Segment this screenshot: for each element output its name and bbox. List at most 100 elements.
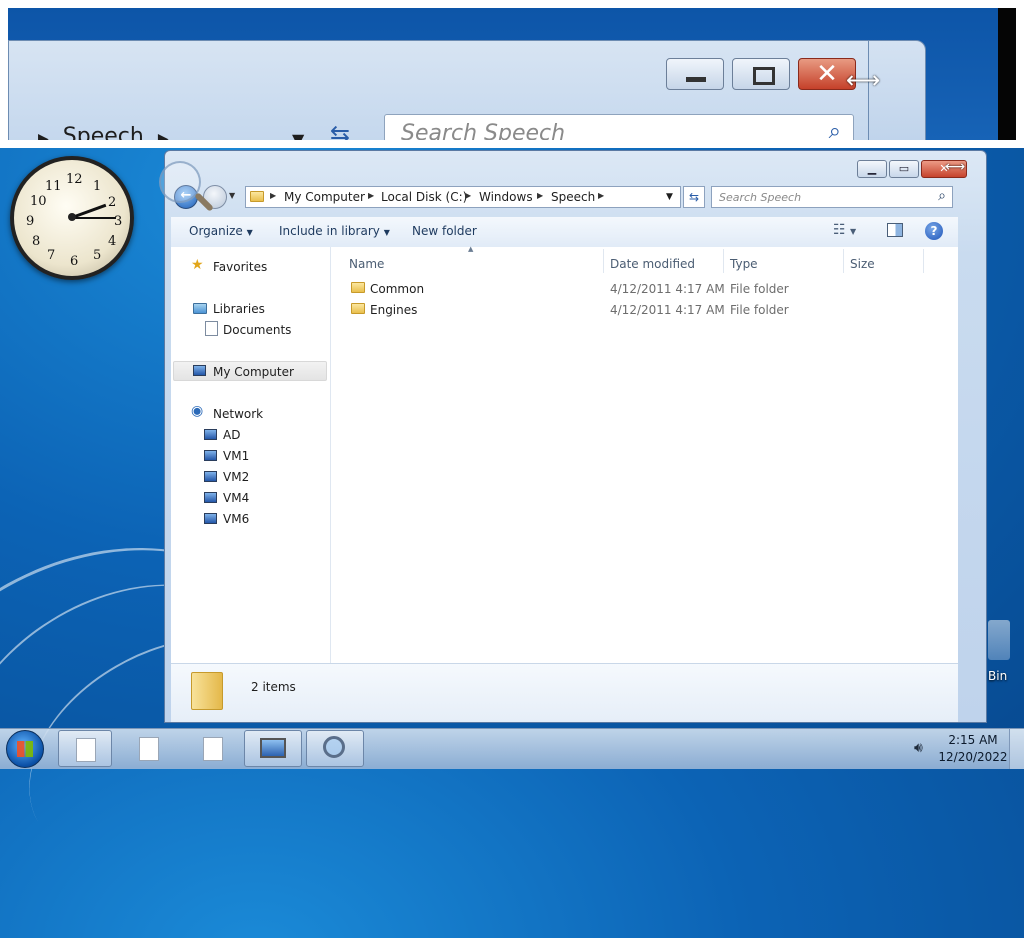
maximize-button[interactable]: ▭: [889, 160, 919, 178]
host-computer-icon: [204, 471, 217, 482]
document-icon: [76, 738, 96, 762]
breadcrumb-separator-icon[interactable]: ▶: [598, 191, 604, 200]
file-type: File folder: [730, 282, 789, 296]
taskbar-document-button[interactable]: [122, 730, 176, 767]
documents-icon: [205, 321, 218, 336]
minimize-icon: ▁: [867, 162, 877, 175]
taskbar: 🔊︎ 2:15 AM 12/20/2022: [0, 728, 1024, 769]
minimize-button[interactable]: ▁: [857, 160, 887, 178]
nav-host-ad[interactable]: AD: [223, 428, 240, 442]
host-computer-icon: [204, 492, 217, 503]
clock-numeral-1: 1: [93, 179, 102, 194]
nav-documents[interactable]: Documents: [223, 323, 291, 337]
breadcrumb-local-disk[interactable]: Local Disk (C:): [381, 190, 467, 204]
help-icon[interactable]: ?: [925, 222, 943, 240]
clock-numeral-4: 4: [108, 234, 117, 249]
new-folder-button[interactable]: New folder: [412, 224, 477, 238]
recycle-bin-label[interactable]: Bin: [988, 669, 1007, 683]
taskbar-document-button[interactable]: [58, 730, 112, 767]
column-divider[interactable]: [723, 249, 724, 273]
breadcrumb-separator-icon[interactable]: ▶: [537, 191, 543, 200]
preview-pane-icon[interactable]: [887, 223, 903, 237]
file-name: Engines: [370, 303, 418, 317]
folder-icon: [250, 191, 264, 202]
clock-numeral-6: 6: [70, 254, 79, 269]
refresh-button[interactable]: ⇆: [683, 186, 705, 208]
nav-libraries[interactable]: Libraries: [213, 302, 265, 316]
clock-numeral-7: 7: [47, 248, 56, 263]
clock-numeral-10: 10: [30, 194, 47, 209]
large-folder-icon: [191, 672, 223, 710]
address-dropdown-icon[interactable]: ▼: [666, 192, 673, 202]
breadcrumb-speech[interactable]: Speech: [551, 190, 595, 204]
file-type: File folder: [730, 303, 789, 317]
clock-numeral-9: 9: [26, 214, 35, 229]
recycle-bin-icon[interactable]: [988, 620, 1010, 660]
nav-host-vm2[interactable]: VM2: [223, 470, 249, 484]
item-count: 2 items: [251, 680, 296, 694]
magnifier-edge: [998, 8, 1016, 140]
table-row[interactable]: Engines 4/12/2011 4:17 AM File folder: [331, 300, 958, 320]
breadcrumb-my-computer[interactable]: My Computer: [284, 190, 365, 204]
recent-pages-arrow-icon[interactable]: ▼: [229, 191, 235, 200]
document-icon: [139, 737, 159, 761]
magnified-search-icon: ⌕: [828, 119, 841, 140]
favorites-star-icon: ★: [191, 257, 204, 273]
magnifier-view: ✕ ⟷ ▶ Speech ▶ ▼ ⇆ Search Speech ⌕: [8, 8, 1016, 140]
file-date: 4/12/2011 4:17 AM: [610, 303, 725, 317]
windows-logo-icon: [17, 741, 33, 757]
breadcrumb-separator-icon[interactable]: ▶: [465, 191, 471, 200]
breadcrumb-separator-icon[interactable]: ▶: [270, 191, 276, 200]
network-globe-icon: ◉: [191, 403, 204, 419]
clock-numeral-2: 2: [108, 195, 117, 210]
taskbar-magnifier-button[interactable]: [306, 730, 364, 767]
breadcrumb-windows[interactable]: Windows: [479, 190, 533, 204]
host-computer-icon: [204, 429, 217, 440]
table-row[interactable]: Common 4/12/2011 4:17 AM File folder: [331, 279, 958, 299]
navigation-pane: ★ Favorites Libraries Documents My Compu…: [171, 247, 331, 663]
search-icon: ⌕: [938, 188, 946, 204]
file-name: Common: [370, 282, 425, 296]
file-list: ▲ Name Date modified Type Size Common 4/…: [331, 245, 958, 663]
folder-icon: [351, 303, 365, 314]
taskbar-time[interactable]: 2:15 AM: [933, 733, 1013, 747]
magnified-dropdown-arrow-icon: ▼: [292, 130, 305, 140]
nav-host-vm4[interactable]: VM4: [223, 491, 249, 505]
explorer-window[interactable]: ▁ ▭ ✕ ⟷ ← ▼ ▶ My Computer ▶ Local Disk (…: [159, 150, 987, 723]
maximize-icon: ▭: [898, 162, 910, 175]
taskbar-document-button[interactable]: [186, 730, 240, 767]
nav-network[interactable]: Network: [213, 407, 263, 421]
breadcrumb-separator-icon[interactable]: ▶: [368, 191, 374, 200]
start-button[interactable]: [6, 730, 44, 768]
taskbar-explorer-button[interactable]: [244, 730, 302, 767]
column-divider[interactable]: [923, 249, 924, 273]
magnifier-panel: ✕ ⟷ ▶ Speech ▶ ▼ ⇆ Search Speech ⌕: [0, 0, 1024, 148]
computer-icon: [193, 365, 206, 376]
show-desktop-button[interactable]: [1009, 729, 1024, 769]
host-computer-icon: [204, 450, 217, 461]
search-input[interactable]: Search Speech ⌕: [711, 186, 953, 208]
taskbar-date[interactable]: 12/20/2022: [933, 750, 1013, 764]
nav-host-vm1[interactable]: VM1: [223, 449, 249, 463]
column-header-size[interactable]: Size: [850, 257, 875, 271]
organize-menu[interactable]: Organize ▼: [189, 224, 253, 238]
clock-numeral-8: 8: [32, 234, 41, 249]
clock-gadget[interactable]: 12 1 2 3 4 5 6 7 8 9 10 11: [10, 156, 134, 280]
magnified-resize-cursor-icon: ⟷: [846, 66, 881, 94]
column-header-type[interactable]: Type: [730, 257, 758, 271]
include-in-library-menu[interactable]: Include in library ▼: [279, 224, 390, 238]
resize-cursor-icon: ⟷: [945, 159, 966, 175]
nav-host-vm6[interactable]: VM6: [223, 512, 249, 526]
column-divider[interactable]: [843, 249, 844, 273]
refresh-icon: ⇆: [688, 190, 700, 204]
clock-minute-hand: [72, 217, 116, 219]
address-bar[interactable]: ▶ My Computer ▶ Local Disk (C:) ▶ Window…: [245, 186, 681, 208]
view-options-icon[interactable]: ☷ ▼: [833, 222, 856, 238]
volume-icon[interactable]: 🔊︎: [914, 740, 923, 756]
nav-my-computer[interactable]: My Computer: [213, 365, 294, 379]
column-header-date-modified[interactable]: Date modified: [610, 257, 695, 271]
column-header-name[interactable]: Name: [349, 257, 384, 271]
nav-favorites[interactable]: Favorites: [213, 260, 267, 274]
sort-indicator-icon: ▲: [468, 245, 474, 253]
column-divider[interactable]: [603, 249, 604, 273]
